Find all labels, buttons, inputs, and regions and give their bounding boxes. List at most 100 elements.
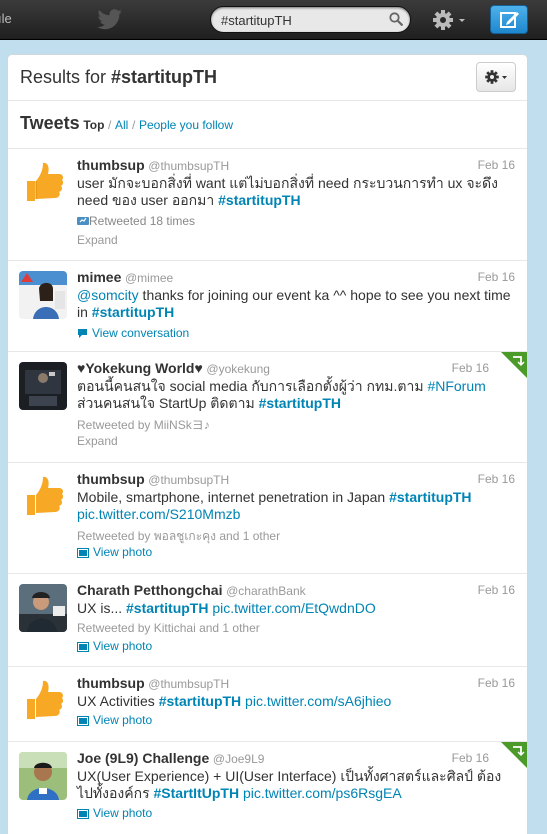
tweet-hashtag-link[interactable]: #startitupTH bbox=[92, 304, 174, 320]
tweet-timestamp[interactable]: Feb 16 bbox=[478, 676, 515, 690]
photo-icon bbox=[77, 547, 89, 561]
tweet-hashtag-link[interactable]: #startitupTH bbox=[159, 693, 241, 709]
avatar[interactable] bbox=[19, 473, 67, 521]
tweet-timestamp[interactable]: Feb 16 bbox=[478, 158, 515, 172]
results-prefix: Results for bbox=[20, 67, 112, 87]
tweet-author-name[interactable]: thumbsup bbox=[77, 157, 145, 173]
search-icon[interactable] bbox=[389, 12, 403, 29]
tweet-body: ส่วนคนสนใจ StartUp ติดตาม bbox=[77, 395, 259, 411]
tweet-author-name[interactable]: ♥Yokekung World♥ bbox=[77, 360, 203, 376]
tweet-item[interactable]: thumbsup @thumbsupTH Feb 16 user มักจะบอ… bbox=[8, 148, 527, 260]
tweet-item[interactable]: thumbsup @thumbsupTH Feb 16 Mobile, smar… bbox=[8, 462, 527, 573]
tweet-item[interactable]: mimee @mimee Feb 16 @somcity thanks for … bbox=[8, 260, 527, 351]
tweet-hashtag-link[interactable]: #NForum bbox=[427, 378, 485, 394]
nav-label[interactable]: ıle bbox=[0, 11, 12, 26]
profile-photo-icon bbox=[19, 362, 67, 410]
avatar[interactable] bbox=[19, 159, 67, 207]
tweet-item[interactable]: ♥Yokekung World♥ @yokekung Feb 16 ตอนนี้… bbox=[8, 351, 527, 462]
retweet-count: Retweeted 18 times bbox=[77, 214, 195, 228]
photo-icon bbox=[77, 715, 89, 729]
profile-photo-icon bbox=[19, 752, 67, 800]
tab-top[interactable]: Top bbox=[83, 118, 104, 132]
tab-separator: / bbox=[108, 118, 112, 132]
gear-icon bbox=[433, 10, 465, 30]
tweet-timestamp[interactable]: Feb 16 bbox=[478, 583, 515, 597]
view-conversation-label[interactable]: View conversation bbox=[92, 326, 189, 340]
retweet-count-label: Retweeted 18 times bbox=[89, 214, 196, 228]
search-options-button[interactable] bbox=[476, 62, 516, 92]
gear-icon bbox=[485, 70, 507, 84]
view-photo-label[interactable]: View photo bbox=[93, 545, 152, 559]
view-photo-label[interactable]: View photo bbox=[93, 639, 152, 653]
view-photo-label[interactable]: View photo bbox=[93, 713, 152, 727]
compose-icon bbox=[500, 12, 519, 28]
retweeted-by[interactable]: Retweeted by Kittichai and 1 other bbox=[77, 621, 260, 635]
view-photo-link[interactable]: View photo bbox=[77, 806, 152, 822]
tweet-author-handle[interactable]: @thumbsupTH bbox=[148, 473, 229, 487]
avatar[interactable] bbox=[19, 584, 67, 632]
retweeted-by[interactable]: Retweeted by พอลชูเกะคุง and 1 other bbox=[77, 527, 280, 546]
tweet-author-handle[interactable]: @thumbsupTH bbox=[148, 159, 229, 173]
tab-people-you-follow[interactable]: People you follow bbox=[139, 118, 233, 132]
tweets-filter-bar: Tweets Top / All / People you follow bbox=[20, 113, 233, 137]
avatar[interactable] bbox=[19, 362, 67, 410]
view-photo-label[interactable]: View photo bbox=[93, 806, 152, 820]
conversation-icon bbox=[77, 328, 88, 342]
tweet-author-handle[interactable]: @mimee bbox=[125, 271, 173, 285]
tweet-timestamp[interactable]: Feb 16 bbox=[452, 361, 489, 375]
tweet-photo-link[interactable]: pic.twitter.com/ps6RsgEA bbox=[243, 785, 402, 801]
tweet-photo-link[interactable]: pic.twitter.com/sA6jhieo bbox=[245, 693, 391, 709]
tweet-header: thumbsup @thumbsupTH Feb 16 bbox=[77, 471, 515, 488]
tweet-hashtag-link[interactable]: #startitupTH bbox=[126, 600, 208, 616]
settings-menu-button[interactable] bbox=[432, 8, 470, 32]
tweet-author-name[interactable]: mimee bbox=[77, 269, 121, 285]
tweet-photo-link[interactable]: pic.twitter.com/S210Mmzb bbox=[77, 506, 240, 522]
tweet-author-name[interactable]: Charath Petthongchai bbox=[77, 582, 222, 598]
retweeted-by[interactable]: Retweeted by MiiNSkヨ♪ bbox=[77, 416, 210, 433]
tweet-mention-link[interactable]: @somcity bbox=[77, 287, 139, 303]
expand-link[interactable]: Expand bbox=[77, 434, 118, 448]
avatar[interactable] bbox=[19, 677, 67, 725]
view-photo-link[interactable]: View photo bbox=[77, 639, 152, 655]
compose-tweet-button[interactable] bbox=[490, 5, 528, 34]
retweet-count-icon bbox=[77, 214, 89, 228]
search-box[interactable] bbox=[210, 6, 411, 33]
search-input[interactable] bbox=[221, 11, 381, 29]
tweet-text: UX(User Experience) + UI(User Interface)… bbox=[77, 768, 513, 802]
tweet-hashtag-link[interactable]: #startitupTH bbox=[389, 489, 471, 505]
twitter-bird-icon[interactable] bbox=[97, 9, 123, 34]
photo-icon bbox=[77, 808, 89, 822]
tweet-header: thumbsup @thumbsupTH Feb 16 bbox=[77, 675, 515, 692]
tweet-author-handle[interactable]: @thumbsupTH bbox=[148, 677, 229, 691]
avatar[interactable] bbox=[19, 271, 67, 319]
photo-icon bbox=[77, 641, 89, 655]
tweet-item[interactable]: Charath Petthongchai @charathBank Feb 16… bbox=[8, 573, 527, 666]
tweet-author-handle[interactable]: @Joe9L9 bbox=[213, 752, 265, 766]
tweet-timestamp[interactable]: Feb 16 bbox=[452, 751, 489, 765]
view-conversation-link[interactable]: View conversation bbox=[77, 326, 189, 342]
tweet-hashtag-link[interactable]: #startitupTH bbox=[218, 192, 300, 208]
tweet-hashtag-link[interactable]: #StartItUpTH bbox=[154, 785, 240, 801]
expand-link[interactable]: Expand bbox=[77, 233, 118, 247]
view-photo-link[interactable]: View photo bbox=[77, 545, 152, 561]
tweet-author-name[interactable]: thumbsup bbox=[77, 675, 145, 691]
tweet-item[interactable]: Joe (9L9) Challenge @Joe9L9 Feb 16 UX(Us… bbox=[8, 741, 527, 834]
view-photo-link[interactable]: View photo bbox=[77, 713, 152, 729]
results-header: Results for #startitupTH bbox=[8, 55, 527, 101]
profile-photo-icon bbox=[19, 271, 67, 319]
tweet-author-name[interactable]: thumbsup bbox=[77, 471, 145, 487]
tweet-photo-link[interactable]: pic.twitter.com/EtQwdnDO bbox=[212, 600, 375, 616]
avatar[interactable] bbox=[19, 752, 67, 800]
tweet-text: user มักจะบอกสิ่งที่ want แต่ไม่บอกสิ่งท… bbox=[77, 175, 513, 209]
tweet-timestamp[interactable]: Feb 16 bbox=[478, 270, 515, 284]
tweet-author-name[interactable]: Joe (9L9) Challenge bbox=[77, 750, 209, 766]
tweet-timestamp[interactable]: Feb 16 bbox=[478, 472, 515, 486]
tweet-item[interactable]: thumbsup @thumbsupTH Feb 16 UX Activitie… bbox=[8, 666, 527, 741]
tweet-author-handle[interactable]: @charathBank bbox=[226, 584, 306, 598]
tweet-text: ตอนนี้คนสนใจ social media กับการเลือกตั้… bbox=[77, 378, 513, 412]
top-navigation-bar: ıle bbox=[0, 0, 547, 40]
results-title: Results for #startitupTH bbox=[20, 67, 217, 88]
tweet-hashtag-link[interactable]: #startitupTH bbox=[259, 395, 341, 411]
tab-all[interactable]: All bbox=[115, 118, 128, 132]
tweet-author-handle[interactable]: @yokekung bbox=[206, 362, 270, 376]
